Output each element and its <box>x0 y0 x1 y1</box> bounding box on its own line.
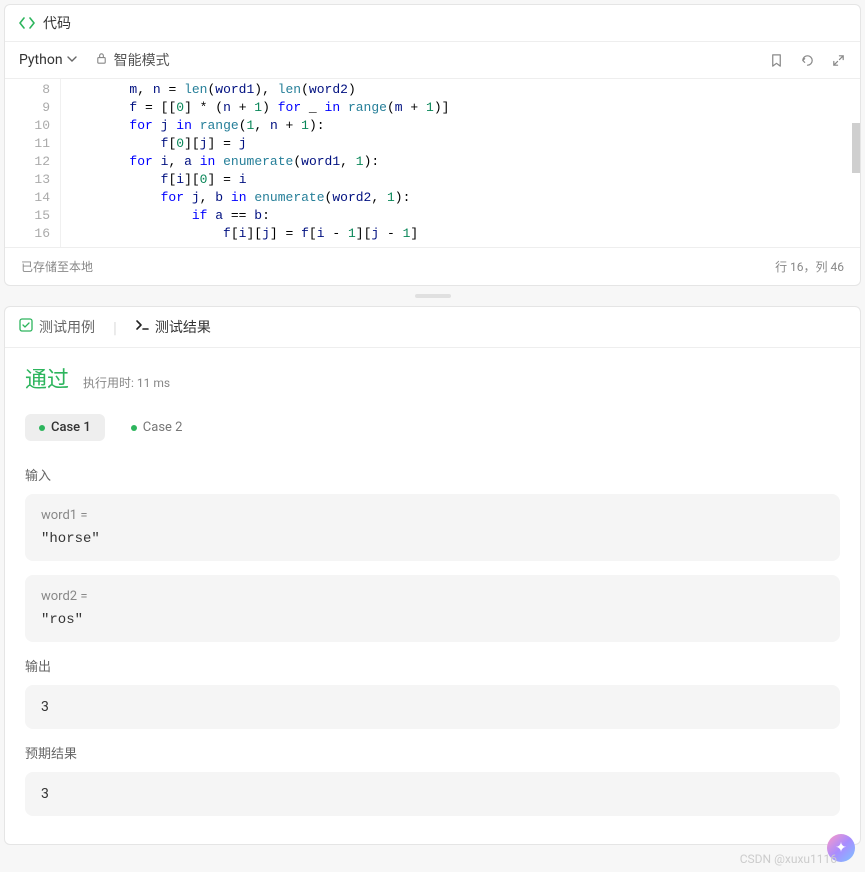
code-icon <box>19 15 35 31</box>
cursor-position: 行 16，列 46 <box>775 258 844 275</box>
code-line[interactable]: f[0][j] = j <box>67 135 860 153</box>
result-panel: 测试用例 | 测试结果 通过 执行用时: 11 ms Case 1 Case 2 … <box>4 306 861 845</box>
smart-mode[interactable]: 智能模式 <box>95 50 170 70</box>
code-line[interactable]: if a == b: <box>67 207 860 225</box>
watermark: CSDN @xuxu1116 <box>740 852 837 866</box>
output-label: 输出 <box>25 656 840 675</box>
code-title: 代码 <box>43 13 71 33</box>
code-panel: 代码 Python 智能模式 <box>4 4 861 286</box>
editor-status-bar: 已存储至本地 行 16，列 46 <box>5 247 860 285</box>
chevron-down-icon <box>67 52 77 68</box>
editor-toolbar: Python 智能模式 <box>5 42 860 79</box>
line-number: 12 <box>5 153 50 171</box>
tab-result-label: 测试结果 <box>155 317 211 337</box>
line-number: 11 <box>5 135 50 153</box>
code-line[interactable]: m, n = len(word1), len(word2) <box>67 81 860 99</box>
tab-testcase[interactable]: 测试用例 <box>19 317 95 337</box>
lock-icon <box>95 52 108 69</box>
input-box: word2 = "ros" <box>25 575 840 642</box>
case-pill[interactable]: Case 1 <box>25 414 105 441</box>
code-editor[interactable]: 8910111213141516 m, n = len(word1), len(… <box>5 79 860 247</box>
checkbox-icon <box>19 318 33 336</box>
panel-splitter[interactable] <box>0 290 865 302</box>
tab-result[interactable]: 测试结果 <box>135 317 211 337</box>
code-line[interactable]: f[i][j] = f[i - 1][j - 1] <box>67 225 860 243</box>
input-box: word1 = "horse" <box>25 494 840 561</box>
input-varname: word1 = <box>41 508 824 523</box>
expected-box: 3 <box>25 772 840 816</box>
code-header: 代码 <box>5 5 860 42</box>
line-number: 13 <box>5 171 50 189</box>
smart-mode-label: 智能模式 <box>114 50 170 70</box>
result-tabs: 测试用例 | 测试结果 <box>5 307 860 348</box>
input-varname: word2 = <box>41 589 824 604</box>
expected-value: 3 <box>41 786 824 802</box>
code-line[interactable]: f = [[0] * (n + 1) for _ in range(m + 1)… <box>67 99 860 117</box>
input-varvalue: "ros" <box>41 612 824 628</box>
expected-label: 预期结果 <box>25 743 840 762</box>
case-label: Case 1 <box>51 420 91 435</box>
result-body: 通过 执行用时: 11 ms Case 1 Case 2 输入 word1 = "h… <box>5 348 860 844</box>
undo-icon[interactable] <box>800 53 815 68</box>
code-line[interactable]: for j in range(1, n + 1): <box>67 117 860 135</box>
case-label: Case 2 <box>143 420 183 435</box>
bookmark-icon[interactable] <box>769 53 784 68</box>
terminal-icon <box>135 318 149 336</box>
expand-icon[interactable] <box>831 53 846 68</box>
input-label: 输入 <box>25 465 840 484</box>
language-label: Python <box>19 52 63 68</box>
line-number: 16 <box>5 225 50 243</box>
line-number: 15 <box>5 207 50 225</box>
input-varvalue: "horse" <box>41 531 824 547</box>
assistant-avatar-icon[interactable]: ✦ <box>827 834 855 862</box>
line-number: 14 <box>5 189 50 207</box>
line-number: 10 <box>5 117 50 135</box>
case-selector: Case 1 Case 2 <box>25 414 840 441</box>
editor-scrollbar[interactable] <box>852 123 860 173</box>
status-dot-icon <box>39 425 45 431</box>
code-content[interactable]: m, n = len(word1), len(word2) f = [[0] *… <box>61 79 860 247</box>
line-gutter: 8910111213141516 <box>5 79 61 247</box>
runtime-label: 执行用时: 11 ms <box>83 374 170 391</box>
line-number: 8 <box>5 81 50 99</box>
code-line[interactable]: f[i][0] = i <box>67 171 860 189</box>
output-box: 3 <box>25 685 840 729</box>
tab-testcase-label: 测试用例 <box>39 317 95 337</box>
case-pill[interactable]: Case 2 <box>117 414 197 441</box>
save-status: 已存储至本地 <box>21 258 93 275</box>
line-number: 9 <box>5 99 50 117</box>
code-line[interactable]: for i, a in enumerate(word1, 1): <box>67 153 860 171</box>
code-line[interactable]: for j, b in enumerate(word2, 1): <box>67 189 860 207</box>
output-value: 3 <box>41 699 824 715</box>
input-section: word1 = "horse" word2 = "ros" <box>25 494 840 642</box>
language-select[interactable]: Python <box>19 52 77 68</box>
status-dot-icon <box>131 425 137 431</box>
result-status: 通过 <box>25 362 69 394</box>
